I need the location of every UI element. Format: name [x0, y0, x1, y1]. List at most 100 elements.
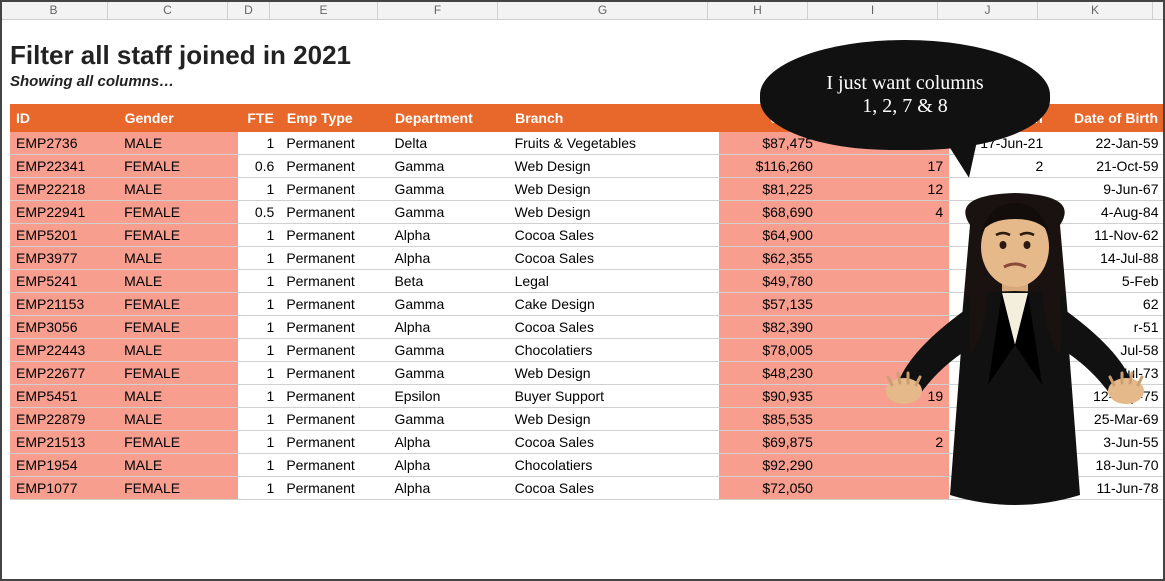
cell[interactable]: Cake Design	[509, 293, 719, 316]
cell[interactable]: FEMALE	[118, 293, 238, 316]
cell[interactable]: $57,135	[719, 293, 819, 316]
cell[interactable]: Permanent	[280, 201, 388, 224]
cell[interactable]: Permanent	[280, 385, 388, 408]
cell[interactable]: Permanent	[280, 155, 388, 178]
cell[interactable]: 1	[238, 431, 280, 454]
col-header[interactable]: Branch	[509, 104, 719, 132]
cell[interactable]: EMP5451	[10, 385, 118, 408]
cell[interactable]: MALE	[118, 247, 238, 270]
cell[interactable]: $92,290	[719, 454, 819, 477]
ruler-col-F[interactable]: F	[378, 0, 498, 19]
cell[interactable]: Gamma	[388, 201, 508, 224]
cell[interactable]: FEMALE	[118, 155, 238, 178]
cell[interactable]: Alpha	[388, 431, 508, 454]
cell[interactable]: Gamma	[388, 408, 508, 431]
cell[interactable]: Cocoa Sales	[509, 477, 719, 500]
ruler-col-K[interactable]: K	[1038, 0, 1153, 19]
cell[interactable]: EMP22341	[10, 155, 118, 178]
cell[interactable]: EMP22443	[10, 339, 118, 362]
cell[interactable]: 1	[238, 477, 280, 500]
cell[interactable]: 17	[819, 155, 949, 178]
cell[interactable]: 1	[238, 247, 280, 270]
cell[interactable]: 22-Jan-59	[1049, 132, 1164, 155]
cell[interactable]: Permanent	[280, 339, 388, 362]
ruler-col-J[interactable]: J	[938, 0, 1038, 19]
cell[interactable]: Cocoa Sales	[509, 431, 719, 454]
cell[interactable]: MALE	[118, 408, 238, 431]
cell[interactable]: Alpha	[388, 316, 508, 339]
cell[interactable]: EMP21153	[10, 293, 118, 316]
cell[interactable]: Permanent	[280, 178, 388, 201]
cell[interactable]: MALE	[118, 385, 238, 408]
ruler-col-G[interactable]: G	[498, 0, 708, 19]
cell[interactable]: Gamma	[388, 293, 508, 316]
cell[interactable]: $64,900	[719, 224, 819, 247]
cell[interactable]: EMP22941	[10, 201, 118, 224]
cell[interactable]: $69,875	[719, 431, 819, 454]
cell[interactable]: $48,230	[719, 362, 819, 385]
cell[interactable]: Alpha	[388, 224, 508, 247]
cell[interactable]: Permanent	[280, 270, 388, 293]
cell[interactable]: EMP3977	[10, 247, 118, 270]
cell[interactable]: EMP21513	[10, 431, 118, 454]
cell[interactable]: FEMALE	[118, 362, 238, 385]
ruler-col-E[interactable]: E	[270, 0, 378, 19]
cell[interactable]: Delta	[388, 132, 508, 155]
cell[interactable]: EMP22879	[10, 408, 118, 431]
cell[interactable]: Permanent	[280, 293, 388, 316]
cell[interactable]: Legal	[509, 270, 719, 293]
cell[interactable]: EMP3056	[10, 316, 118, 339]
cell[interactable]: Alpha	[388, 477, 508, 500]
col-header[interactable]: Date of Birth	[1049, 104, 1164, 132]
cell[interactable]: $81,225	[719, 178, 819, 201]
cell[interactable]: $85,535	[719, 408, 819, 431]
cell[interactable]: FEMALE	[118, 316, 238, 339]
cell[interactable]: Fruits & Vegetables	[509, 132, 719, 155]
cell[interactable]: Web Design	[509, 155, 719, 178]
cell[interactable]: 1	[238, 293, 280, 316]
cell[interactable]: $90,935	[719, 385, 819, 408]
cell[interactable]: $72,050	[719, 477, 819, 500]
cell[interactable]: Cocoa Sales	[509, 224, 719, 247]
cell[interactable]: 1	[238, 339, 280, 362]
cell[interactable]: Permanent	[280, 454, 388, 477]
col-header[interactable]: Gender	[118, 104, 238, 132]
cell[interactable]: EMP1954	[10, 454, 118, 477]
cell[interactable]: $62,355	[719, 247, 819, 270]
cell[interactable]: EMP22218	[10, 178, 118, 201]
cell[interactable]: MALE	[118, 132, 238, 155]
cell[interactable]: 1	[238, 362, 280, 385]
ruler-col-H[interactable]: H	[708, 0, 808, 19]
table-row[interactable]: EMP22341FEMALE0.6PermanentGammaWeb Desig…	[10, 155, 1165, 178]
cell[interactable]: 1	[238, 316, 280, 339]
cell[interactable]: Permanent	[280, 362, 388, 385]
ruler-col-I[interactable]: I	[808, 0, 938, 19]
col-header[interactable]: FTE	[238, 104, 280, 132]
col-header[interactable]: ID	[10, 104, 118, 132]
cell[interactable]: EMP22677	[10, 362, 118, 385]
cell[interactable]: 1	[238, 178, 280, 201]
cell[interactable]: 21-Oct-59	[1049, 155, 1164, 178]
cell[interactable]: 1	[238, 385, 280, 408]
cell[interactable]: Permanent	[280, 316, 388, 339]
cell[interactable]: Permanent	[280, 224, 388, 247]
cell[interactable]: Buyer Support	[509, 385, 719, 408]
col-header[interactable]: Emp Type	[280, 104, 388, 132]
ruler-col-D[interactable]: D	[228, 0, 270, 19]
cell[interactable]: FEMALE	[118, 431, 238, 454]
cell[interactable]: Cocoa Sales	[509, 316, 719, 339]
cell[interactable]: $116,260	[719, 155, 819, 178]
cell[interactable]: EMP2736	[10, 132, 118, 155]
cell[interactable]: Permanent	[280, 477, 388, 500]
cell[interactable]: MALE	[118, 178, 238, 201]
cell[interactable]: Web Design	[509, 408, 719, 431]
cell[interactable]: Gamma	[388, 362, 508, 385]
cell[interactable]: 1	[238, 224, 280, 247]
cell[interactable]: FEMALE	[118, 201, 238, 224]
cell[interactable]: $78,005	[719, 339, 819, 362]
cell[interactable]: Web Design	[509, 201, 719, 224]
cell[interactable]: Web Design	[509, 178, 719, 201]
cell[interactable]: EMP5241	[10, 270, 118, 293]
cell[interactable]: FEMALE	[118, 477, 238, 500]
cell[interactable]: 0.5	[238, 201, 280, 224]
